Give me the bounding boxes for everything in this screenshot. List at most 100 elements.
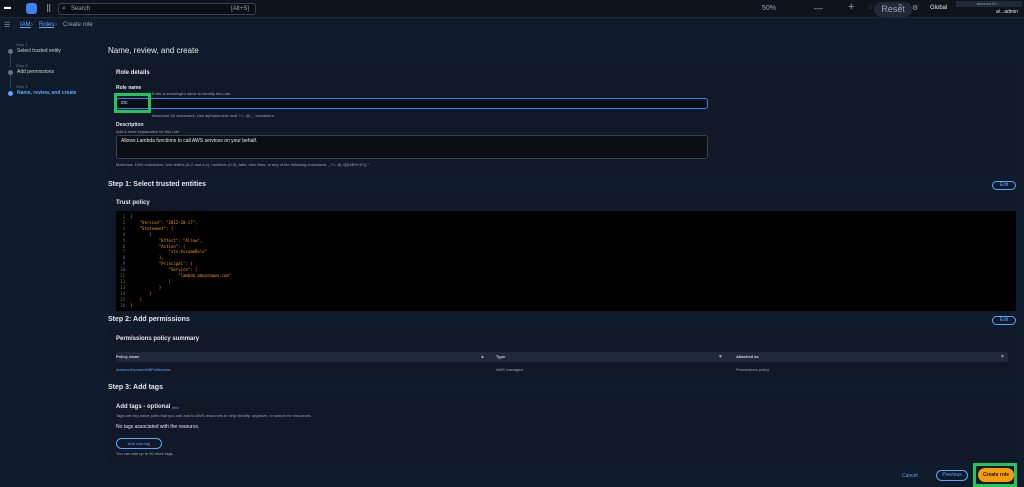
chevron-right-icon: › xyxy=(31,22,33,28)
code-line[interactable]: "Statement": [ xyxy=(130,226,174,231)
step-dot-icon xyxy=(8,91,13,96)
step3-title: Step 3: Add tags xyxy=(108,384,163,391)
code-line[interactable]: "Effect": "Allow", xyxy=(130,238,202,243)
step2-title: Step 2: Add permissions xyxy=(108,316,190,323)
step-connector xyxy=(10,53,11,67)
code-line[interactable]: "Version": "2012-10-17", xyxy=(130,220,198,225)
edit-step2-button[interactable]: Edit xyxy=(992,316,1016,325)
description-hint: Add a short explanation for this role. xyxy=(116,129,181,134)
line-number: 4 xyxy=(122,231,125,237)
breadcrumb-iam[interactable]: IAM xyxy=(20,22,31,28)
zoom-level: 50% xyxy=(762,5,777,12)
code-line[interactable]: } xyxy=(130,285,161,290)
description-textarea[interactable]: Allows Lambda functions to call AWS serv… xyxy=(116,135,708,159)
line-number: 7 xyxy=(122,249,125,255)
role-name-rules: Maximum 64 characters. Use alphanumeric … xyxy=(152,113,275,118)
edit-step1-button[interactable]: Edit xyxy=(992,181,1016,190)
service-icon[interactable] xyxy=(26,3,37,14)
step-dot-icon xyxy=(8,70,13,75)
cloudshell-icon[interactable]: ◌ xyxy=(868,4,872,11)
role-details-title: Role details xyxy=(116,70,150,76)
region-selector[interactable]: Global xyxy=(930,5,947,11)
code-line[interactable]: "lambda.amazonaws.com" xyxy=(130,273,231,278)
help-icon[interactable]: ? xyxy=(898,4,902,11)
search-icon: ⌕ xyxy=(62,5,66,12)
tags-info-link[interactable]: Info xyxy=(172,405,179,410)
sort-icon[interactable]: ▼ xyxy=(718,354,723,360)
breadcrumb-current: Create role xyxy=(63,22,93,28)
code-line[interactable]: ], xyxy=(130,255,164,260)
cancel-button[interactable]: Cancel xyxy=(902,473,918,479)
role-name-input[interactable]: crc xyxy=(116,98,708,109)
zoom-in-icon[interactable]: + xyxy=(848,1,854,13)
no-tags-text: No tags associated with the resource. xyxy=(116,424,200,430)
policy-type: AWS managed xyxy=(496,367,523,372)
zoom-out-icon[interactable]: — xyxy=(814,3,823,13)
tags-hint: Tags are key-value pairs that you can ad… xyxy=(116,413,312,418)
add-tag-limit: You can add up to 50 more tags. xyxy=(116,451,174,456)
services-grid-icon[interactable]: ⣿ xyxy=(46,4,51,12)
search-input[interactable]: ⌕ Search [Alt+S] xyxy=(58,3,256,15)
col-attached-as[interactable]: Attached as xyxy=(736,354,759,359)
permissions-summary-title: Permissions policy summary xyxy=(116,336,200,342)
trust-policy-title: Trust policy xyxy=(116,200,150,206)
previous-button[interactable]: Previous xyxy=(936,470,968,481)
account-menu[interactable]: a/...admin xyxy=(996,9,1018,15)
code-line[interactable]: { xyxy=(130,232,151,237)
policy-link[interactable]: AmazonDynamoDBFullAccess xyxy=(116,367,170,372)
highlight-create-role xyxy=(973,463,1017,487)
page-title: Name, review, and create xyxy=(108,46,199,55)
search-shortcut: [Alt+S] xyxy=(231,6,249,12)
highlight-role-name xyxy=(114,93,151,113)
description-rules: Maximum 1000 characters. Use letters (A-… xyxy=(116,162,370,167)
reset-zoom-button[interactable]: Reset xyxy=(874,2,912,17)
col-policy-name[interactable]: Policy name xyxy=(116,354,139,359)
code-line[interactable]: { xyxy=(130,214,132,219)
aws-logo-icon[interactable]: ▬ xyxy=(4,4,18,13)
line-number: 5 xyxy=(122,237,125,243)
code-line[interactable]: } xyxy=(130,291,151,296)
line-number: 12 xyxy=(120,278,125,284)
line-number: 2 xyxy=(122,219,125,225)
description-label: Description xyxy=(116,122,144,128)
code-line[interactable]: } xyxy=(130,303,132,308)
line-number: 10 xyxy=(120,267,125,273)
code-line[interactable]: ] xyxy=(130,279,171,284)
chevron-right-icon: › xyxy=(55,22,57,28)
top-navigation-bar: ▬ ⣿ ⌕ Search [Alt+S] 50% — + Reset ◌ ? ⚙… xyxy=(0,0,1024,18)
line-number: 16 xyxy=(120,302,125,308)
role-name-label: Role name xyxy=(116,85,142,91)
line-number: 13 xyxy=(120,284,125,290)
policy-attached-as: Permissions policy xyxy=(736,367,770,372)
col-type[interactable]: Type xyxy=(496,354,505,359)
breadcrumb-roles[interactable]: Roles xyxy=(39,22,54,28)
line-number: 11 xyxy=(120,273,125,278)
step1-title: Step 1: Select trusted entities xyxy=(108,181,207,188)
role-name-hint: Enter a meaningful name to identify this… xyxy=(152,91,232,96)
trust-policy-code-editor: 1 {2 "Version": "2012-10-17", 3 "Statement… xyxy=(116,211,1016,311)
line-number: 3 xyxy=(122,225,125,231)
search-placeholder: Search xyxy=(71,6,91,12)
line-number: 8 xyxy=(122,255,125,261)
tags-panel: Add tags - optional xyxy=(108,398,1016,462)
code-line[interactable]: "sts:AssumeRole" xyxy=(130,249,208,254)
code-line[interactable]: ] xyxy=(130,297,142,302)
menu-icon[interactable]: ☰ xyxy=(4,21,10,29)
code-line[interactable]: "Principal": { xyxy=(130,261,193,266)
code-line[interactable]: "Service": [ xyxy=(130,267,198,272)
step-dot-icon xyxy=(8,49,13,54)
settings-icon[interactable]: ⚙ xyxy=(912,4,918,12)
line-number: 1 xyxy=(122,214,125,219)
line-number: 6 xyxy=(122,243,125,249)
sort-icon[interactable]: ▲ xyxy=(480,354,485,360)
step-connector xyxy=(10,74,11,88)
breadcrumb: ☰ IAM › Roles › Create role xyxy=(0,18,1024,32)
code-line[interactable]: "Action": [ xyxy=(130,244,186,249)
sort-icon[interactable]: ▼ xyxy=(1000,354,1005,360)
line-number: 15 xyxy=(120,296,125,302)
tags-title: Add tags - optional xyxy=(116,404,171,410)
line-number: 9 xyxy=(122,261,125,267)
add-new-tag-button[interactable]: Add new tag xyxy=(116,438,162,449)
line-number: 14 xyxy=(120,290,125,296)
account-id: Account ID: ... xyxy=(956,1,1022,7)
